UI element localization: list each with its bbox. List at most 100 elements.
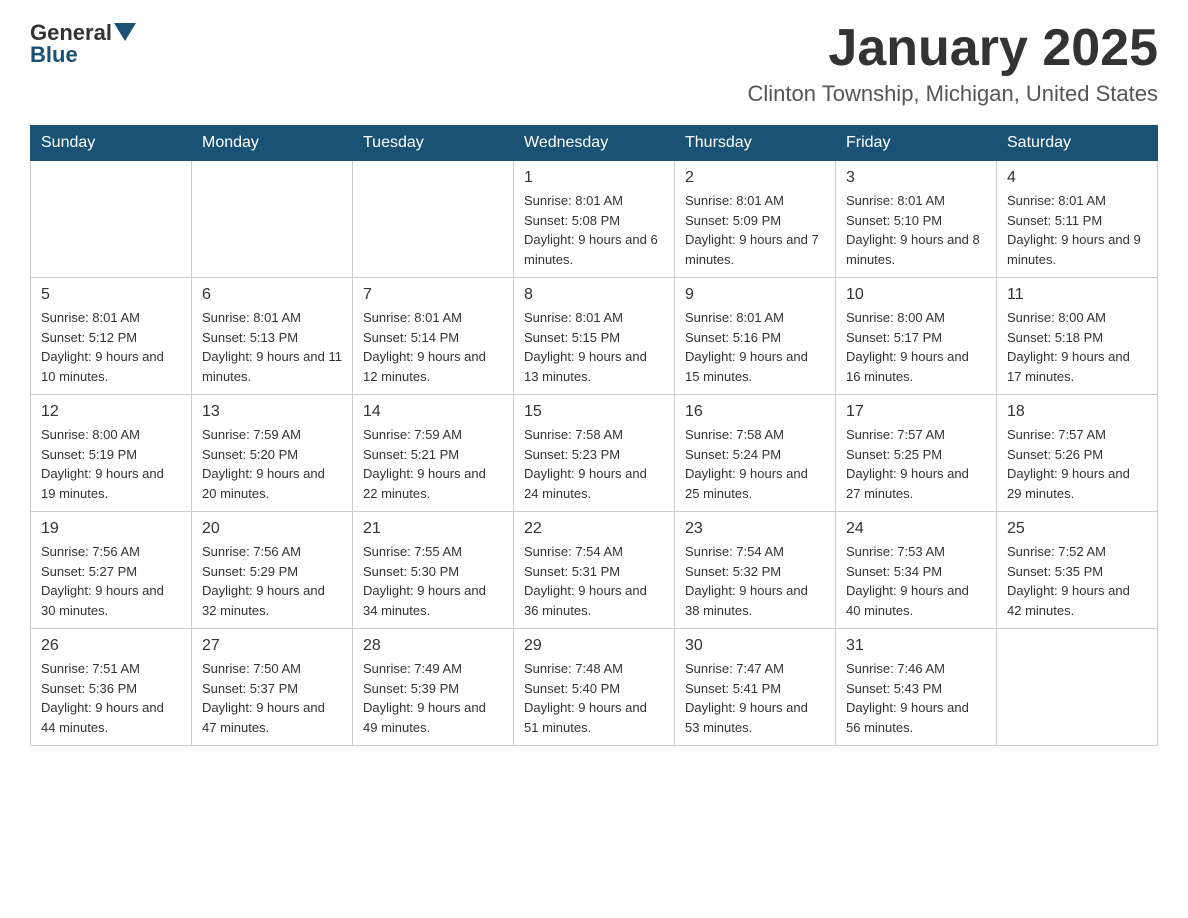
calendar-cell: 25 Sunrise: 7:52 AMSunset: 5:35 PMDayligh… <box>997 512 1158 629</box>
day-number: 3 <box>846 169 986 187</box>
page-header: General Blue January 2025 Clinton Townsh… <box>30 20 1158 107</box>
day-number: 13 <box>202 403 342 421</box>
day-info: Sunrise: 7:47 AMSunset: 5:41 PMDaylight:… <box>685 659 825 737</box>
day-info: Sunrise: 8:01 AMSunset: 5:08 PMDaylight:… <box>524 191 664 269</box>
calendar-cell: 31 Sunrise: 7:46 AMSunset: 5:43 PMDayligh… <box>836 629 997 746</box>
calendar-cell: 30 Sunrise: 7:47 AMSunset: 5:41 PMDayligh… <box>675 629 836 746</box>
calendar-header-row: SundayMondayTuesdayWednesdayThursdayFrid… <box>31 126 1158 161</box>
calendar-cell: 26 Sunrise: 7:51 AMSunset: 5:36 PMDayligh… <box>31 629 192 746</box>
day-info: Sunrise: 7:57 AMSunset: 5:25 PMDaylight:… <box>846 425 986 503</box>
calendar-cell: 28Sunrise: 7:49 AMSunset: 5:39 PMDayligh… <box>353 629 514 746</box>
calendar-week-row: 19Sunrise: 7:56 AMSunset: 5:27 PMDayligh… <box>31 512 1158 629</box>
day-number: 7 <box>363 286 503 304</box>
logo-blue-text: Blue <box>30 42 78 68</box>
day-info: Sunrise: 7:53 AMSunset: 5:34 PMDaylight:… <box>846 542 986 620</box>
calendar-cell: 16 Sunrise: 7:58 AMSunset: 5:24 PMDayligh… <box>675 395 836 512</box>
day-info: Sunrise: 7:54 AMSunset: 5:32 PMDaylight:… <box>685 542 825 620</box>
day-number: 8 <box>524 286 664 304</box>
day-info: Sunrise: 7:59 AMSunset: 5:20 PMDaylight:… <box>202 425 342 503</box>
day-number: 17 <box>846 403 986 421</box>
day-info: Sunrise: 8:01 AMSunset: 5:13 PMDaylight:… <box>202 308 342 386</box>
day-header-friday: Friday <box>836 126 997 161</box>
day-info: Sunrise: 8:01 AMSunset: 5:11 PMDaylight:… <box>1007 191 1147 269</box>
day-info: Sunrise: 8:00 AMSunset: 5:19 PMDaylight:… <box>41 425 181 503</box>
calendar-cell: 17 Sunrise: 7:57 AMSunset: 5:25 PMDayligh… <box>836 395 997 512</box>
calendar-cell: 15 Sunrise: 7:58 AMSunset: 5:23 PMDayligh… <box>514 395 675 512</box>
logo: General Blue <box>30 20 136 68</box>
day-number: 25 <box>1007 520 1147 538</box>
day-number: 1 <box>524 169 664 187</box>
day-info: Sunrise: 8:01 AMSunset: 5:15 PMDaylight:… <box>524 308 664 386</box>
calendar-cell: 24Sunrise: 7:53 AMSunset: 5:34 PMDayligh… <box>836 512 997 629</box>
calendar-week-row: 12Sunrise: 8:00 AMSunset: 5:19 PMDayligh… <box>31 395 1158 512</box>
day-number: 14 <box>363 403 503 421</box>
day-number: 2 <box>685 169 825 187</box>
calendar-cell: 2 Sunrise: 8:01 AMSunset: 5:09 PMDaylight… <box>675 161 836 278</box>
calendar-cell: 9 Sunrise: 8:01 AMSunset: 5:16 PMDaylight… <box>675 278 836 395</box>
calendar-cell: 14 Sunrise: 7:59 AMSunset: 5:21 PMDayligh… <box>353 395 514 512</box>
day-info: Sunrise: 8:01 AMSunset: 5:09 PMDaylight:… <box>685 191 825 269</box>
location-title: Clinton Township, Michigan, United State… <box>748 81 1158 107</box>
calendar-cell: 1 Sunrise: 8:01 AMSunset: 5:08 PMDaylight… <box>514 161 675 278</box>
day-number: 22 <box>524 520 664 538</box>
day-header-saturday: Saturday <box>997 126 1158 161</box>
day-info: Sunrise: 7:46 AMSunset: 5:43 PMDaylight:… <box>846 659 986 737</box>
day-info: Sunrise: 7:48 AMSunset: 5:40 PMDaylight:… <box>524 659 664 737</box>
day-number: 16 <box>685 403 825 421</box>
calendar-week-row: 26 Sunrise: 7:51 AMSunset: 5:36 PMDayligh… <box>31 629 1158 746</box>
day-number: 6 <box>202 286 342 304</box>
calendar-cell: 29Sunrise: 7:48 AMSunset: 5:40 PMDayligh… <box>514 629 675 746</box>
day-number: 31 <box>846 637 986 655</box>
day-number: 10 <box>846 286 986 304</box>
day-number: 27 <box>202 637 342 655</box>
calendar-week-row: 5Sunrise: 8:01 AMSunset: 5:12 PMDaylight… <box>31 278 1158 395</box>
day-number: 18 <box>1007 403 1147 421</box>
day-info: Sunrise: 7:59 AMSunset: 5:21 PMDaylight:… <box>363 425 503 503</box>
day-info: Sunrise: 7:57 AMSunset: 5:26 PMDaylight:… <box>1007 425 1147 503</box>
day-info: Sunrise: 8:00 AMSunset: 5:18 PMDaylight:… <box>1007 308 1147 386</box>
day-info: Sunrise: 7:58 AMSunset: 5:24 PMDaylight:… <box>685 425 825 503</box>
calendar-cell: 18 Sunrise: 7:57 AMSunset: 5:26 PMDayligh… <box>997 395 1158 512</box>
day-number: 26 <box>41 637 181 655</box>
day-info: Sunrise: 8:01 AMSunset: 5:16 PMDaylight:… <box>685 308 825 386</box>
day-header-thursday: Thursday <box>675 126 836 161</box>
day-number: 9 <box>685 286 825 304</box>
calendar-cell: 12Sunrise: 8:00 AMSunset: 5:19 PMDayligh… <box>31 395 192 512</box>
calendar-cell: 10 Sunrise: 8:00 AMSunset: 5:17 PMDayligh… <box>836 278 997 395</box>
day-number: 19 <box>41 520 181 538</box>
calendar-cell: 4 Sunrise: 8:01 AMSunset: 5:11 PMDaylight… <box>997 161 1158 278</box>
day-number: 30 <box>685 637 825 655</box>
day-number: 4 <box>1007 169 1147 187</box>
day-number: 11 <box>1007 286 1147 304</box>
day-info: Sunrise: 8:01 AMSunset: 5:14 PMDaylight:… <box>363 308 503 386</box>
day-number: 23 <box>685 520 825 538</box>
calendar-cell: 20 Sunrise: 7:56 AMSunset: 5:29 PMDayligh… <box>192 512 353 629</box>
day-number: 20 <box>202 520 342 538</box>
day-info: Sunrise: 8:00 AMSunset: 5:17 PMDaylight:… <box>846 308 986 386</box>
calendar-cell <box>31 161 192 278</box>
day-number: 5 <box>41 286 181 304</box>
day-info: Sunrise: 7:56 AMSunset: 5:29 PMDaylight:… <box>202 542 342 620</box>
day-header-sunday: Sunday <box>31 126 192 161</box>
calendar-cell: 11 Sunrise: 8:00 AMSunset: 5:18 PMDayligh… <box>997 278 1158 395</box>
calendar-cell: 13 Sunrise: 7:59 AMSunset: 5:20 PMDayligh… <box>192 395 353 512</box>
calendar-cell: 7 Sunrise: 8:01 AMSunset: 5:14 PMDaylight… <box>353 278 514 395</box>
calendar-cell <box>997 629 1158 746</box>
calendar-cell: 3Sunrise: 8:01 AMSunset: 5:10 PMDaylight… <box>836 161 997 278</box>
day-info: Sunrise: 7:49 AMSunset: 5:39 PMDaylight:… <box>363 659 503 737</box>
day-info: Sunrise: 7:55 AMSunset: 5:30 PMDaylight:… <box>363 542 503 620</box>
calendar-cell: 22Sunrise: 7:54 AMSunset: 5:31 PMDayligh… <box>514 512 675 629</box>
calendar-table: SundayMondayTuesdayWednesdayThursdayFrid… <box>30 125 1158 746</box>
calendar-cell: 19Sunrise: 7:56 AMSunset: 5:27 PMDayligh… <box>31 512 192 629</box>
day-number: 15 <box>524 403 664 421</box>
day-info: Sunrise: 7:51 AMSunset: 5:36 PMDaylight:… <box>41 659 181 737</box>
calendar-cell: 23 Sunrise: 7:54 AMSunset: 5:32 PMDayligh… <box>675 512 836 629</box>
day-info: Sunrise: 7:52 AMSunset: 5:35 PMDaylight:… <box>1007 542 1147 620</box>
title-section: January 2025 Clinton Township, Michigan,… <box>748 20 1158 107</box>
day-info: Sunrise: 7:58 AMSunset: 5:23 PMDaylight:… <box>524 425 664 503</box>
calendar-cell: 6 Sunrise: 8:01 AMSunset: 5:13 PMDaylight… <box>192 278 353 395</box>
calendar-cell: 27Sunrise: 7:50 AMSunset: 5:37 PMDayligh… <box>192 629 353 746</box>
calendar-cell: 8 Sunrise: 8:01 AMSunset: 5:15 PMDaylight… <box>514 278 675 395</box>
logo-arrow-icon <box>114 23 136 41</box>
calendar-cell: 21Sunrise: 7:55 AMSunset: 5:30 PMDayligh… <box>353 512 514 629</box>
